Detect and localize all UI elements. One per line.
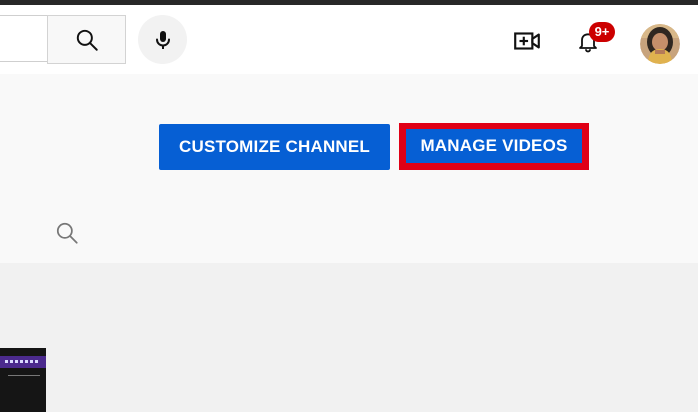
thumbnail-dot-icon [5, 360, 8, 363]
search-button[interactable] [47, 15, 126, 64]
youtube-channel-page: 9+ CUSTOMIZE CHANNEL MANAGE VIDEOS [0, 0, 698, 412]
search-icon [76, 29, 98, 51]
video-thumbnail[interactable] [0, 348, 46, 412]
thumbnail-dot-icon [30, 360, 33, 363]
voice-search-button[interactable] [138, 15, 187, 64]
thumbnail-dot-icon [20, 360, 23, 363]
search-input[interactable] [0, 15, 47, 62]
video-create-icon [514, 32, 540, 50]
masthead: 9+ [0, 5, 698, 74]
manage-videos-button[interactable]: MANAGE VIDEOS [406, 129, 582, 163]
thumbnail-dot-icon [10, 360, 13, 363]
microphone-icon [155, 30, 170, 49]
customize-channel-button[interactable]: CUSTOMIZE CHANNEL [159, 124, 390, 170]
thumbnail-dot-icon [25, 360, 28, 363]
channel-search-button[interactable] [52, 218, 82, 248]
notification-count-badge: 9+ [589, 22, 615, 42]
search-icon [56, 222, 78, 244]
avatar-image [640, 24, 680, 64]
content-area [0, 263, 698, 412]
thumbnail-dot-icon [35, 360, 38, 363]
profile-avatar[interactable] [640, 24, 680, 64]
thumbnail-line [8, 375, 40, 376]
create-video-button[interactable] [507, 21, 547, 61]
thumbnail-dot-icon [15, 360, 18, 363]
